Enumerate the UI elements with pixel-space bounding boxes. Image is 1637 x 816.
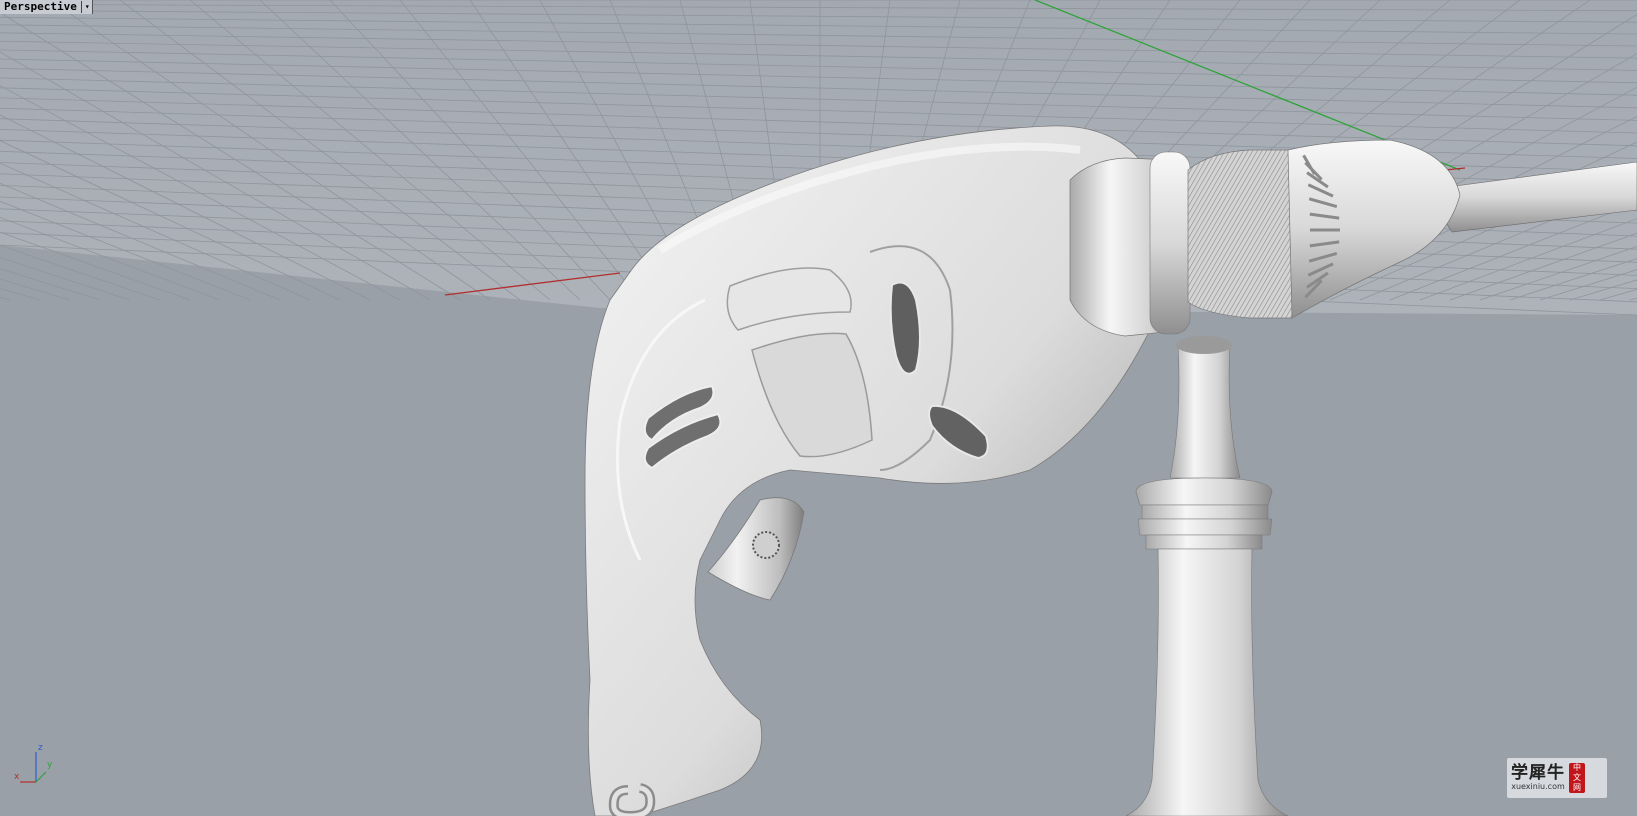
side-handle-collar	[1135, 477, 1273, 506]
perspective-viewport[interactable]: z x y Perspective ▾ 学犀牛 xuexiniu.com 中 文…	[0, 0, 1637, 816]
axis-y-label: y	[47, 760, 53, 770]
side-handle-neck	[1169, 344, 1241, 479]
viewport-scene	[0, 0, 1637, 816]
watermark-chinese: 学犀牛	[1511, 763, 1565, 783]
chevron-down-icon[interactable]: ▾	[80, 1, 90, 13]
speed-dial	[752, 531, 780, 559]
viewport-title-menu[interactable]: Perspective ▾	[0, 0, 93, 14]
watermark-seal: 中 文 网	[1569, 763, 1585, 793]
axis-x-label: x	[14, 772, 20, 782]
axis-z-label: z	[38, 743, 43, 753]
chuck-sleeve	[1187, 149, 1293, 319]
watermark-url: xuexiniu.com	[1511, 782, 1565, 791]
viewport-title-label: Perspective	[4, 0, 77, 13]
watermark-logo: 学犀牛 xuexiniu.com 中 文 网	[1507, 758, 1607, 798]
